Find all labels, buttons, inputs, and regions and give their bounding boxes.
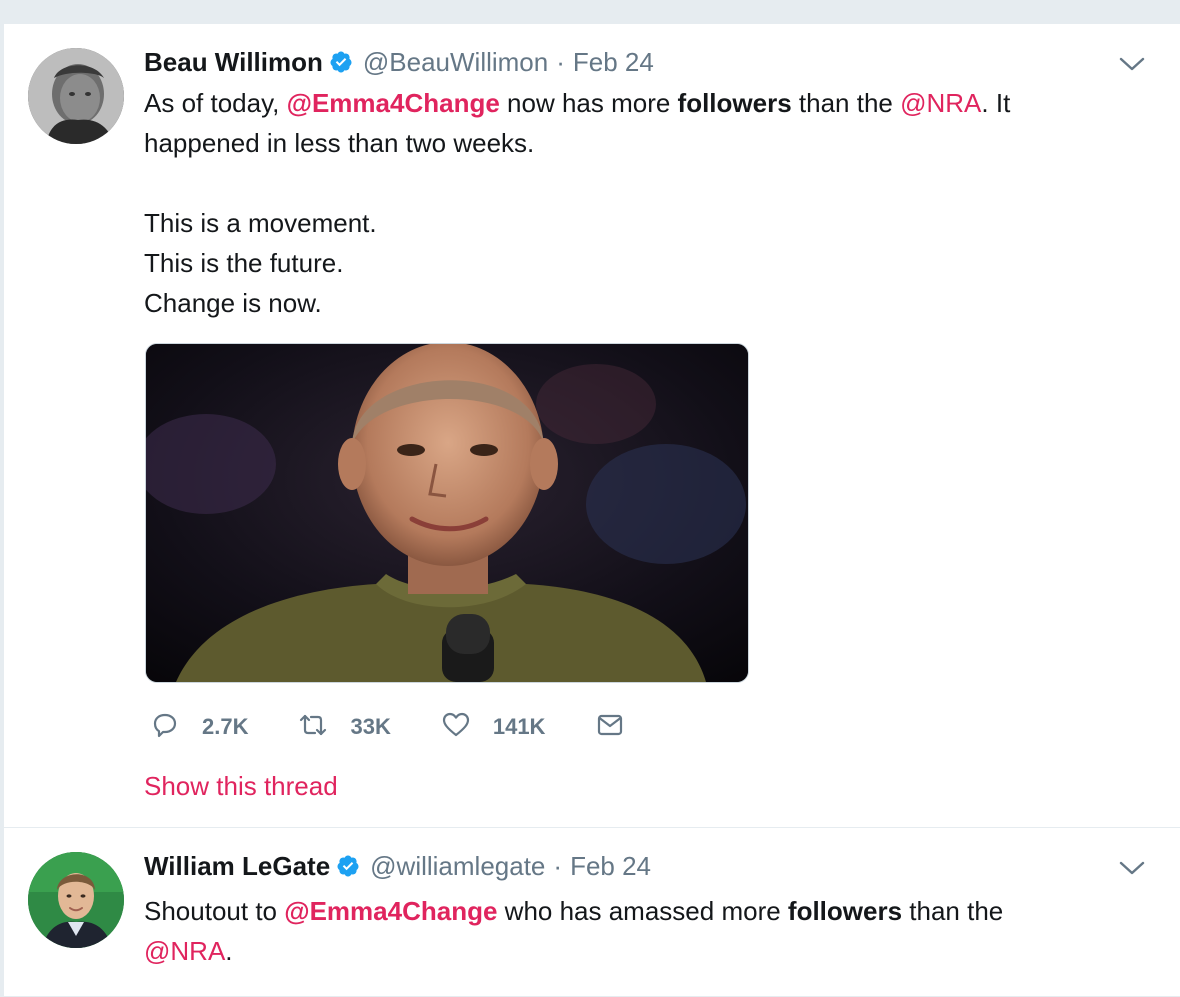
verified-badge-icon	[336, 854, 360, 878]
text-segment: than the	[791, 88, 901, 118]
display-name[interactable]: William LeGate	[144, 851, 330, 882]
tweet-header: William LeGate @williamlegate · Feb 24	[144, 850, 651, 882]
tweet-text: As of today, @Emma4Change now has more f…	[144, 83, 1124, 323]
tweet-photo[interactable]	[145, 343, 749, 683]
tweet[interactable]: William LeGate @williamlegate · Feb 24 S…	[4, 827, 1180, 997]
avatar[interactable]	[28, 48, 124, 144]
envelope-icon	[595, 710, 625, 745]
direct-message-button[interactable]	[595, 710, 625, 745]
retweet-count: 33K	[350, 714, 391, 739]
user-handle[interactable]: @BeauWillimon	[363, 47, 548, 78]
text-segment: than the	[902, 896, 1004, 926]
verified-badge-icon	[329, 50, 353, 74]
chevron-down-icon[interactable]	[1118, 858, 1146, 878]
like-button[interactable]: 141K	[441, 710, 546, 745]
mention-link[interactable]: @Emma4Change	[287, 88, 500, 118]
text-segment: now has more	[499, 88, 678, 118]
text-line: happened in less than two weeks.	[144, 128, 535, 158]
mention-link[interactable]: @Emma4Change	[284, 896, 497, 926]
timeline: Beau Willimon @BeauWillimon · Feb 24 As …	[4, 24, 1180, 996]
tweet-date[interactable]: Feb 24	[570, 851, 651, 882]
text-line: Change is now.	[144, 288, 322, 318]
retweet-icon	[298, 710, 328, 745]
mention-link[interactable]: @NRA	[144, 936, 225, 966]
text-segment: As of today,	[144, 88, 287, 118]
retweet-button[interactable]: 33K	[298, 710, 391, 745]
text-segment: who has amassed more	[497, 896, 788, 926]
tweet-text: Shoutout to @Emma4Change who has amassed…	[144, 891, 1124, 971]
tweet-header: Beau Willimon @BeauWillimon · Feb 24	[144, 46, 654, 78]
like-count: 141K	[492, 714, 546, 739]
chevron-down-icon[interactable]	[1118, 54, 1146, 74]
separator-dot: ·	[553, 850, 563, 881]
user-handle[interactable]: @williamlegate	[370, 851, 545, 882]
tweet-date[interactable]: Feb 24	[573, 47, 654, 78]
tweet[interactable]: Beau Willimon @BeauWillimon · Feb 24 As …	[4, 24, 1180, 827]
keyword-highlight: followers	[677, 88, 792, 118]
text-segment: Shoutout to	[144, 896, 285, 926]
text-line: This is a movement.	[144, 208, 377, 238]
keyword-highlight: followers	[787, 896, 903, 926]
reply-button[interactable]: 2.7K	[150, 710, 248, 745]
reply-icon	[150, 710, 180, 745]
heart-icon	[441, 710, 471, 745]
tweet-actions: 2.7K 33K 141K	[150, 710, 675, 744]
avatar[interactable]	[28, 852, 124, 948]
text-segment: .	[225, 936, 233, 966]
text-segment: . It	[981, 88, 1011, 118]
display-name[interactable]: Beau Willimon	[144, 47, 323, 78]
mention-link[interactable]: @NRA	[900, 88, 981, 118]
reply-count: 2.7K	[202, 714, 249, 739]
text-line: This is the future.	[144, 248, 344, 278]
separator-dot: ·	[556, 46, 565, 77]
show-thread-link[interactable]: Show this thread	[144, 771, 338, 802]
